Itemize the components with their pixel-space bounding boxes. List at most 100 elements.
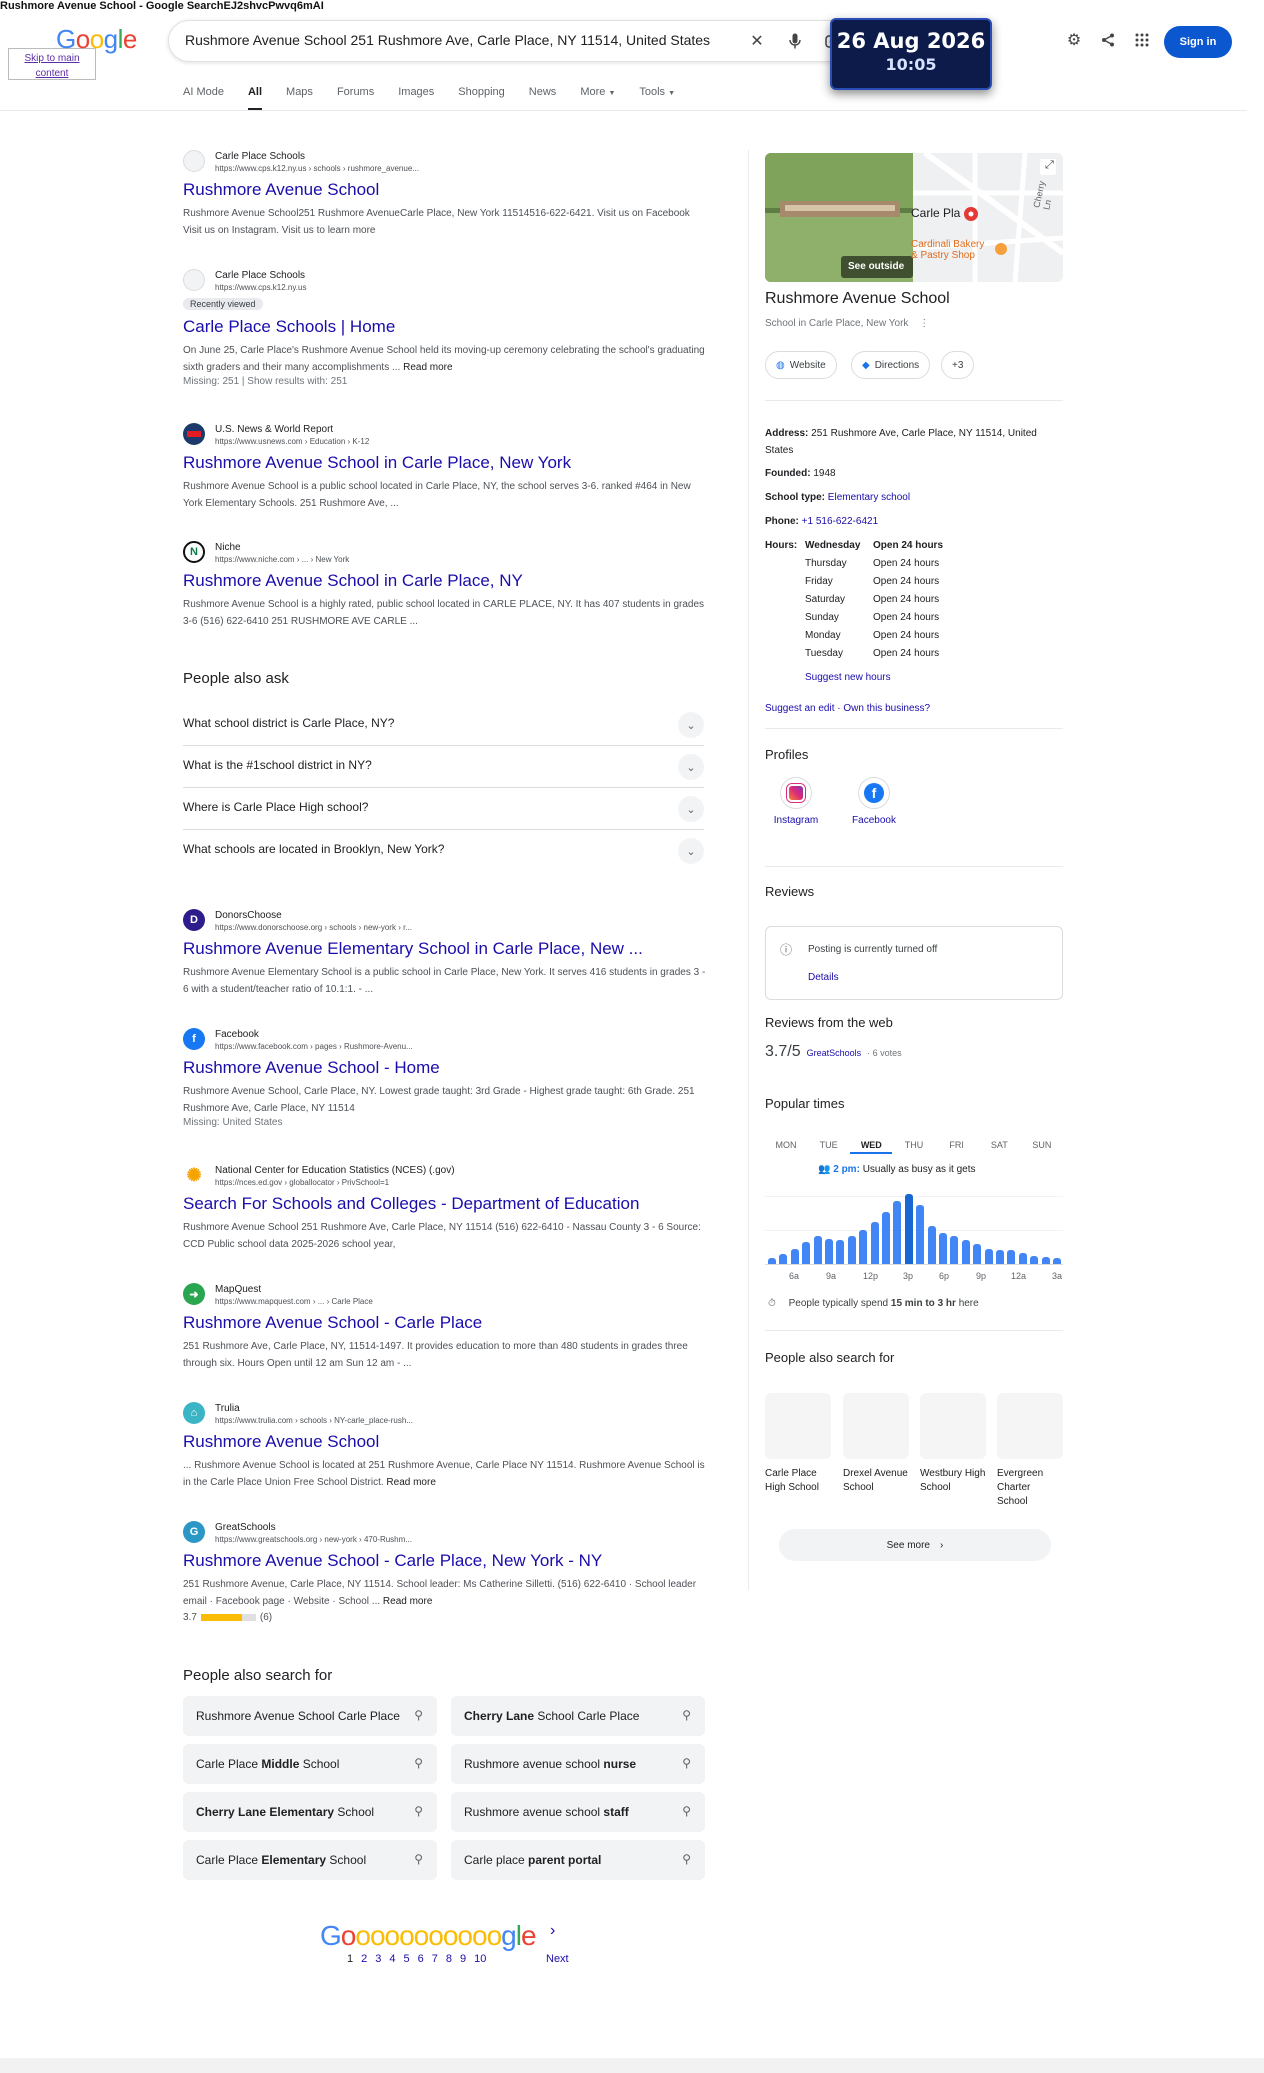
day-tab[interactable]: TUE xyxy=(808,1140,850,1154)
share-icon[interactable] xyxy=(1098,30,1118,50)
google-logo[interactable]: Google xyxy=(56,24,137,55)
related-search-chip[interactable]: Carle place parent portal ⚲ xyxy=(451,1840,705,1880)
facebook-profile[interactable]: f Facebook xyxy=(839,777,909,826)
result-url[interactable]: https://www.mapquest.com › ... › Carle P… xyxy=(215,1296,373,1308)
related-search-chip[interactable]: Rushmore Avenue School Carle Place ⚲ xyxy=(183,1696,437,1736)
page-link[interactable]: 7 xyxy=(432,1953,438,1965)
result-url[interactable]: https://www.facebook.com › pages › Rushm… xyxy=(215,1041,413,1053)
search-bar[interactable]: Rushmore Avenue School 251 Rushmore Ave,… xyxy=(168,20,858,62)
result-site-name[interactable]: GreatSchools xyxy=(215,1521,412,1534)
tab-ai-mode[interactable]: AI Mode xyxy=(183,86,224,98)
paa-question[interactable]: What school district is Carle Place, NY?… xyxy=(183,704,704,746)
page-link[interactable]: 6 xyxy=(418,1953,424,1965)
related-search-chip[interactable]: Rushmore avenue school staff ⚲ xyxy=(451,1792,705,1832)
result-title-link[interactable]: Rushmore Avenue School in Carle Place, N… xyxy=(183,452,708,474)
also-search-card[interactable]: Evergreen Charter School xyxy=(997,1393,1063,1509)
read-more-link[interactable]: Read more xyxy=(403,362,452,373)
result-site-name[interactable]: Niche xyxy=(215,541,349,554)
result-url[interactable]: https://www.niche.com › ... › New York xyxy=(215,554,349,566)
tab-all[interactable]: All xyxy=(247,86,263,111)
chevron-down-icon[interactable]: ⌄ xyxy=(678,712,704,738)
tab-shopping[interactable]: Shopping xyxy=(458,86,505,98)
sign-in-button[interactable]: Sign in xyxy=(1164,26,1232,58)
result-site-name[interactable]: Carle Place Schools xyxy=(215,150,419,163)
result-title-link[interactable]: Rushmore Avenue School - Carle Place xyxy=(183,1312,708,1334)
mic-icon[interactable] xyxy=(785,31,805,51)
paa-question[interactable]: What is the #1school district in NY? ⌄ xyxy=(183,746,704,788)
page-link[interactable]: 3 xyxy=(375,1953,381,1965)
result-url[interactable]: https://www.greatschools.org › new-york … xyxy=(215,1534,412,1546)
related-search-chip[interactable]: Cherry Lane Elementary School ⚲ xyxy=(183,1792,437,1832)
tab-images[interactable]: Images xyxy=(398,86,434,98)
chevron-down-icon[interactable]: ⌄ xyxy=(678,838,704,864)
day-tab[interactable]: FRI xyxy=(936,1140,978,1154)
suggest-edit-link[interactable]: Suggest an edit xyxy=(765,703,835,714)
see-outside-label[interactable]: See outside xyxy=(848,261,904,272)
result-title-link[interactable]: Rushmore Avenue School xyxy=(183,1431,708,1453)
result-title-link[interactable]: Rushmore Avenue School - Home xyxy=(183,1057,708,1079)
result-title-link[interactable]: Search For Schools and Colleges - Depart… xyxy=(183,1193,708,1215)
close-icon[interactable]: ✕ xyxy=(747,31,767,51)
page-link[interactable]: 5 xyxy=(404,1953,410,1965)
result-title-link[interactable]: Rushmore Avenue Elementary School in Car… xyxy=(183,938,708,960)
own-business-link[interactable]: Own this business? xyxy=(843,703,930,714)
paa-question[interactable]: What schools are located in Brooklyn, Ne… xyxy=(183,830,704,872)
also-search-card[interactable]: Carle Place High School xyxy=(765,1393,831,1495)
related-search-chip[interactable]: Carle Place Middle School ⚲ xyxy=(183,1744,437,1784)
details-link[interactable]: Details xyxy=(808,972,839,983)
chevron-down-icon[interactable]: ⌄ xyxy=(678,754,704,780)
result-url[interactable]: https://www.trulia.com › schools › NY-ca… xyxy=(215,1415,413,1427)
tab-maps[interactable]: Maps xyxy=(286,86,313,98)
page-link[interactable]: 2 xyxy=(361,1953,367,1965)
result-title-link[interactable]: Rushmore Avenue School - Carle Place, Ne… xyxy=(183,1550,708,1572)
web-source-link[interactable]: GreatSchools xyxy=(807,1048,862,1058)
search-input[interactable]: Rushmore Avenue School 251 Rushmore Ave,… xyxy=(185,32,710,48)
day-tab[interactable]: SUN xyxy=(1021,1140,1063,1154)
page-link[interactable]: 8 xyxy=(446,1953,452,1965)
related-search-chip[interactable]: Carle Place Elementary School ⚲ xyxy=(183,1840,437,1880)
result-site-name[interactable]: National Center for Education Statistics… xyxy=(215,1164,455,1177)
directions-chip[interactable]: ◆ Directions xyxy=(851,351,931,379)
instagram-profile[interactable]: Instagram xyxy=(761,777,831,826)
next-page-link[interactable]: Next xyxy=(546,1953,569,1965)
chevron-down-icon[interactable]: ⌄ xyxy=(678,796,704,822)
result-url[interactable]: https://www.cps.k12.ny.us xyxy=(215,282,306,294)
see-more-button[interactable]: See more › xyxy=(779,1529,1051,1561)
also-search-card[interactable]: Westbury High School xyxy=(920,1393,986,1495)
result-url[interactable]: https://www.cps.k12.ny.us › schools › ru… xyxy=(215,163,419,175)
result-url[interactable]: https://nces.ed.gov › globallocator › Pr… xyxy=(215,1177,455,1189)
related-search-chip[interactable]: Rushmore avenue school nurse ⚲ xyxy=(451,1744,705,1784)
settings-icon[interactable]: ⚙ xyxy=(1064,30,1084,50)
read-more-link[interactable]: Read more xyxy=(386,1477,435,1488)
day-tab[interactable]: MON xyxy=(765,1140,807,1154)
day-tab[interactable]: THU xyxy=(893,1140,935,1154)
page-link[interactable]: 4 xyxy=(389,1953,395,1965)
website-chip[interactable]: ◍ Website xyxy=(765,351,837,379)
result-site-name[interactable]: Facebook xyxy=(215,1028,413,1041)
suggest-hours-link[interactable]: Suggest new hours xyxy=(805,672,891,683)
more-vert-icon[interactable]: ⋮ xyxy=(919,318,929,329)
day-tab[interactable]: WED xyxy=(850,1140,893,1154)
related-search-chip[interactable]: Cherry Lane School Carle Place ⚲ xyxy=(451,1696,705,1736)
paa-question[interactable]: Where is Carle Place High school? ⌄ xyxy=(183,788,704,830)
tab-more[interactable]: More ▼ xyxy=(580,86,615,98)
more-actions-chip[interactable]: +3 xyxy=(941,351,975,379)
day-tab[interactable]: SAT xyxy=(978,1140,1020,1154)
result-site-name[interactable]: MapQuest xyxy=(215,1283,373,1296)
result-title-link[interactable]: Rushmore Avenue School xyxy=(183,179,708,201)
result-site-name[interactable]: Carle Place Schools xyxy=(215,269,306,282)
map-thumbnail[interactable]: Carle Pla Cardinali Bakery & Pastry Shop… xyxy=(765,153,1063,282)
apps-icon[interactable] xyxy=(1132,30,1152,50)
page-link[interactable]: 9 xyxy=(460,1953,466,1965)
chevron-right-icon[interactable]: › xyxy=(550,1922,555,1940)
result-site-name[interactable]: U.S. News & World Report xyxy=(215,423,369,436)
result-url[interactable]: https://www.usnews.com › Education › K-1… xyxy=(215,436,369,448)
result-url[interactable]: https://www.donorschoose.org › schools ›… xyxy=(215,922,412,934)
result-site-name[interactable]: Trulia xyxy=(215,1402,413,1415)
page-link[interactable]: 10 xyxy=(474,1953,486,1965)
result-title-link[interactable]: Rushmore Avenue School in Carle Place, N… xyxy=(183,570,708,592)
tab-tools[interactable]: Tools ▼ xyxy=(639,86,675,98)
result-title-link[interactable]: Carle Place Schools | Home xyxy=(183,316,708,338)
tab-news[interactable]: News xyxy=(529,86,557,98)
result-site-name[interactable]: DonorsChoose xyxy=(215,909,412,922)
